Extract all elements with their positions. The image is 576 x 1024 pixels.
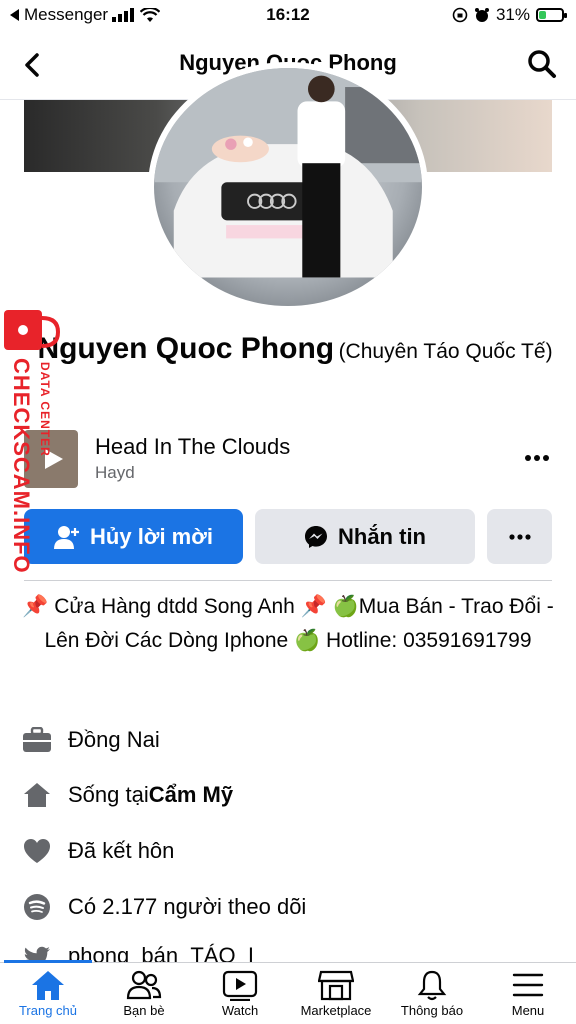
- battery-fill: [539, 11, 546, 19]
- friends-icon: [126, 970, 162, 1000]
- cancel-request-label: Hủy lời mời: [90, 523, 213, 549]
- home-icon: [22, 780, 52, 810]
- menu-icon: [512, 973, 544, 997]
- work-place: Đồng Nai: [68, 727, 160, 752]
- followers-count: Có 2.177 người theo dõi: [68, 894, 307, 919]
- detail-followers[interactable]: Có 2.177 người theo dõi: [22, 889, 306, 925]
- profile-name: Nguyen Quoc Phong: [37, 332, 335, 365]
- bell-icon: [417, 970, 447, 1001]
- tab-menu[interactable]: Menu: [480, 967, 576, 1023]
- watch-icon: [222, 970, 258, 1001]
- tab-menu-label: Menu: [511, 1003, 545, 1018]
- briefcase-icon: [22, 725, 52, 755]
- active-tab-indicator: [4, 960, 92, 963]
- battery-icon: [536, 8, 567, 22]
- relationship-status: Đã kết hôn: [68, 838, 175, 863]
- tab-notifications-label: Thông báo: [400, 1003, 464, 1018]
- divider: [24, 580, 552, 581]
- profile-alt-name: (Chuyên Táo Quốc Tế): [338, 340, 553, 363]
- tab-home[interactable]: Trang chủ: [0, 967, 96, 1023]
- detail-lives-in[interactable]: Sống tại Cẩm Mỹ: [22, 777, 233, 813]
- tab-friends-label: Bạn bè: [123, 1003, 165, 1018]
- status-bar: Messenger 16:12 31%: [0, 0, 576, 30]
- tab-marketplace-label: Marketplace: [300, 1003, 372, 1018]
- message-label: Nhắn tin: [338, 523, 426, 549]
- detail-work[interactable]: Đồng Nai: [22, 722, 160, 758]
- home-icon: [32, 971, 64, 1000]
- profile-more-button[interactable]: [487, 509, 552, 564]
- search-icon: [528, 50, 556, 78]
- battery-percent: 31%: [495, 5, 530, 24]
- detail-relationship[interactable]: Đã kết hôn: [22, 833, 174, 869]
- lives-prefix: Sống tại: [68, 782, 149, 807]
- followers-icon: [22, 892, 52, 922]
- tab-friends[interactable]: Bạn bè: [96, 967, 192, 1023]
- watermark-brand: CHECKSCAM.INFO: [9, 358, 34, 574]
- more-horizontal-icon: [525, 455, 549, 461]
- alarm-icon: [474, 8, 489, 22]
- tab-watch-label: Watch: [221, 1003, 259, 1018]
- orientation-lock-icon: [452, 7, 468, 23]
- song-artist: Hayd: [95, 463, 135, 482]
- more-horizontal-icon: [508, 533, 531, 540]
- song-title: Head In The Clouds: [95, 434, 291, 459]
- checkscam-watermark: CHECKSCAM.INFO DATA CENTER: [4, 310, 60, 590]
- tab-marketplace[interactable]: Marketplace: [288, 967, 384, 1023]
- twitter-handle: phong_bán_TÁO_I: [68, 943, 254, 963]
- marketplace-icon: [318, 970, 354, 1001]
- profile-picture[interactable]: [148, 62, 428, 312]
- search-button[interactable]: [526, 48, 558, 80]
- lock-icon: [4, 310, 60, 350]
- tab-home-label: Trang chủ: [18, 1003, 78, 1018]
- bottom-tab-bar: Trang chủ Bạn bè Watch Marketplace Thông…: [0, 960, 576, 1024]
- watermark-tag: DATA CENTER: [38, 362, 52, 457]
- profile-bio: 📌 Cửa Hàng dtdd Song Anh 📌 🍏Mua Bán - Tr…: [22, 595, 554, 652]
- profile-music[interactable]: Head In The Clouds Hayd: [24, 430, 552, 488]
- tab-watch[interactable]: Watch: [192, 967, 288, 1023]
- message-button[interactable]: Nhắn tin: [255, 509, 475, 564]
- tab-notifications[interactable]: Thông báo: [384, 967, 480, 1023]
- messenger-icon: [305, 525, 327, 548]
- heart-icon: [22, 836, 52, 866]
- profile-photo-illustration: [154, 68, 422, 278]
- lives-place[interactable]: Cẩm Mỹ: [149, 782, 233, 808]
- profile-name-block: Nguyen Quoc Phong (Chuyên Táo Quốc Tế): [30, 330, 560, 373]
- music-more-button[interactable]: [522, 448, 552, 468]
